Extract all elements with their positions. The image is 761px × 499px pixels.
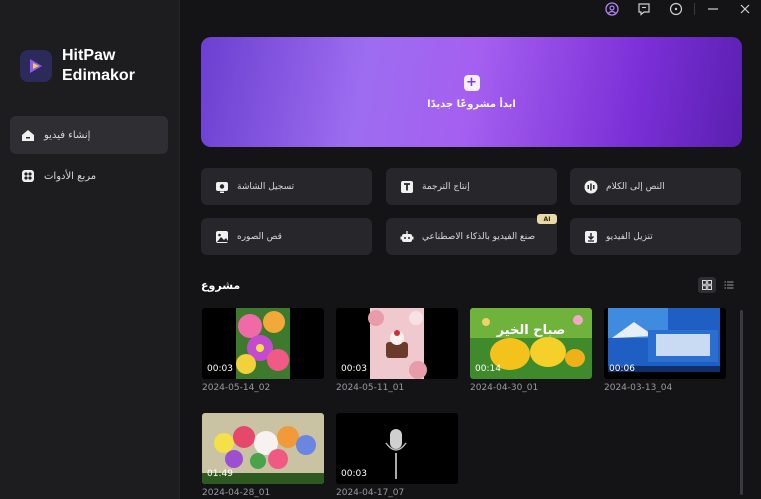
project-name: 2024-04-28_01 xyxy=(202,488,271,498)
tool-label: قص الصوره xyxy=(237,231,282,242)
tool-screen-record[interactable]: تسجيل الشاشة xyxy=(201,168,372,205)
duration-label: 01:49 xyxy=(207,469,233,479)
sidebar-item-label: مربع الأدوات xyxy=(44,170,97,182)
close-icon[interactable] xyxy=(729,0,761,18)
tool-label: تنزيل الفيديو xyxy=(606,231,653,242)
project-thumbnail: 00:03 xyxy=(202,308,324,379)
tool-subtitle[interactable]: إنتاج الترجمة xyxy=(386,168,557,205)
duration-label: 00:06 xyxy=(609,364,635,374)
project-card[interactable]: 00:06 2024-03-13_04 xyxy=(604,308,726,393)
subtitle-icon xyxy=(400,180,414,194)
project-thumbnail: 01:49 xyxy=(202,413,324,484)
app-window: HitPaw Edimakor إنشاء فيديو مربع الأدوات xyxy=(0,0,761,499)
tool-download-video[interactable]: تنزيل الفيديو xyxy=(570,218,741,255)
info-icon[interactable] xyxy=(660,0,692,18)
tool-text-to-speech[interactable]: النص إلى الكلام xyxy=(570,168,741,205)
project-card[interactable]: 01:49 2024-04-28_01 xyxy=(202,413,324,498)
sidebar-item-create-video[interactable]: إنشاء فيديو xyxy=(10,116,168,154)
project-thumbnail: 00:03 xyxy=(336,308,458,379)
sidebar: HitPaw Edimakor إنشاء فيديو مربع الأدوات xyxy=(0,0,180,499)
feedback-icon[interactable] xyxy=(628,0,660,18)
sidebar-item-label: إنشاء فيديو xyxy=(44,129,91,141)
download-icon xyxy=(584,230,598,244)
new-project-label: ابدأ مشروعًا جديدًا xyxy=(427,98,516,110)
svg-text:صباح الخير: صباح الخير xyxy=(496,323,566,338)
project-card[interactable]: صباح الخير 00:14 2024-04-30_01 xyxy=(470,308,592,393)
toolbox-icon xyxy=(20,168,36,184)
title-bar-divider xyxy=(694,3,695,15)
title-bar xyxy=(596,0,761,18)
duration-label: 00:03 xyxy=(341,364,367,374)
brand-line-1: HitPaw xyxy=(62,47,116,64)
tool-label: صنع الفيديو بالذكاء الاصطناعي xyxy=(422,231,536,242)
tool-ai-video[interactable]: صنع الفيديو بالذكاء الاصطناعي AI xyxy=(386,214,557,255)
project-thumbnail: 00:06 xyxy=(604,308,726,379)
grid-view-button[interactable] xyxy=(698,277,716,293)
project-name: 2024-05-14_02 xyxy=(202,383,271,393)
grid-view-icon xyxy=(702,280,712,290)
image-crop-icon xyxy=(215,230,229,244)
ai-badge: AI xyxy=(537,214,557,224)
text-to-speech-icon xyxy=(584,180,598,194)
account-icon[interactable] xyxy=(596,0,628,18)
project-thumbnail: صباح الخير 00:14 xyxy=(470,308,592,379)
list-view-icon xyxy=(724,281,734,289)
home-icon xyxy=(20,127,36,143)
main-panel: + ابدأ مشروعًا جديدًا تسجيل الشاشة إنتاج… xyxy=(181,0,761,499)
tool-label: إنتاج الترجمة xyxy=(422,181,470,192)
project-thumbnail: 00:03 xyxy=(336,413,458,484)
plus-icon: + xyxy=(463,74,480,91)
brand-line-2: Edimakor xyxy=(62,67,135,84)
project-name: 2024-04-17_07 xyxy=(336,488,405,498)
project-card[interactable]: 00:03 2024-04-17_07 xyxy=(336,413,458,498)
project-card[interactable]: 00:03 2024-05-14_02 xyxy=(202,308,324,393)
sidebar-item-toolbox[interactable]: مربع الأدوات xyxy=(10,157,168,195)
screen-record-icon xyxy=(215,180,229,194)
project-name: 2024-04-30_01 xyxy=(470,383,539,393)
minimize-icon[interactable] xyxy=(697,0,729,18)
brand-name: HitPaw Edimakor xyxy=(62,46,135,86)
project-name: 2024-03-13_04 xyxy=(604,383,673,393)
tool-label: تسجيل الشاشة xyxy=(237,181,295,192)
duration-label: 00:03 xyxy=(207,364,233,374)
duration-label: 00:14 xyxy=(475,364,501,374)
brand: HitPaw Edimakor xyxy=(20,46,135,86)
tool-image-crop[interactable]: قص الصوره xyxy=(201,218,372,255)
tool-label: النص إلى الكلام xyxy=(606,181,665,192)
ai-video-icon xyxy=(400,230,414,244)
duration-label: 00:03 xyxy=(341,469,367,479)
new-project-button[interactable]: + ابدأ مشروعًا جديدًا xyxy=(201,37,742,147)
projects-title: مشروع xyxy=(201,279,241,292)
logo-icon xyxy=(20,50,52,82)
project-card[interactable]: 00:03 2024-05-11_01 xyxy=(336,308,458,393)
scrollbar[interactable] xyxy=(740,310,743,495)
project-name: 2024-05-11_01 xyxy=(336,383,405,393)
list-view-button[interactable] xyxy=(720,277,738,293)
